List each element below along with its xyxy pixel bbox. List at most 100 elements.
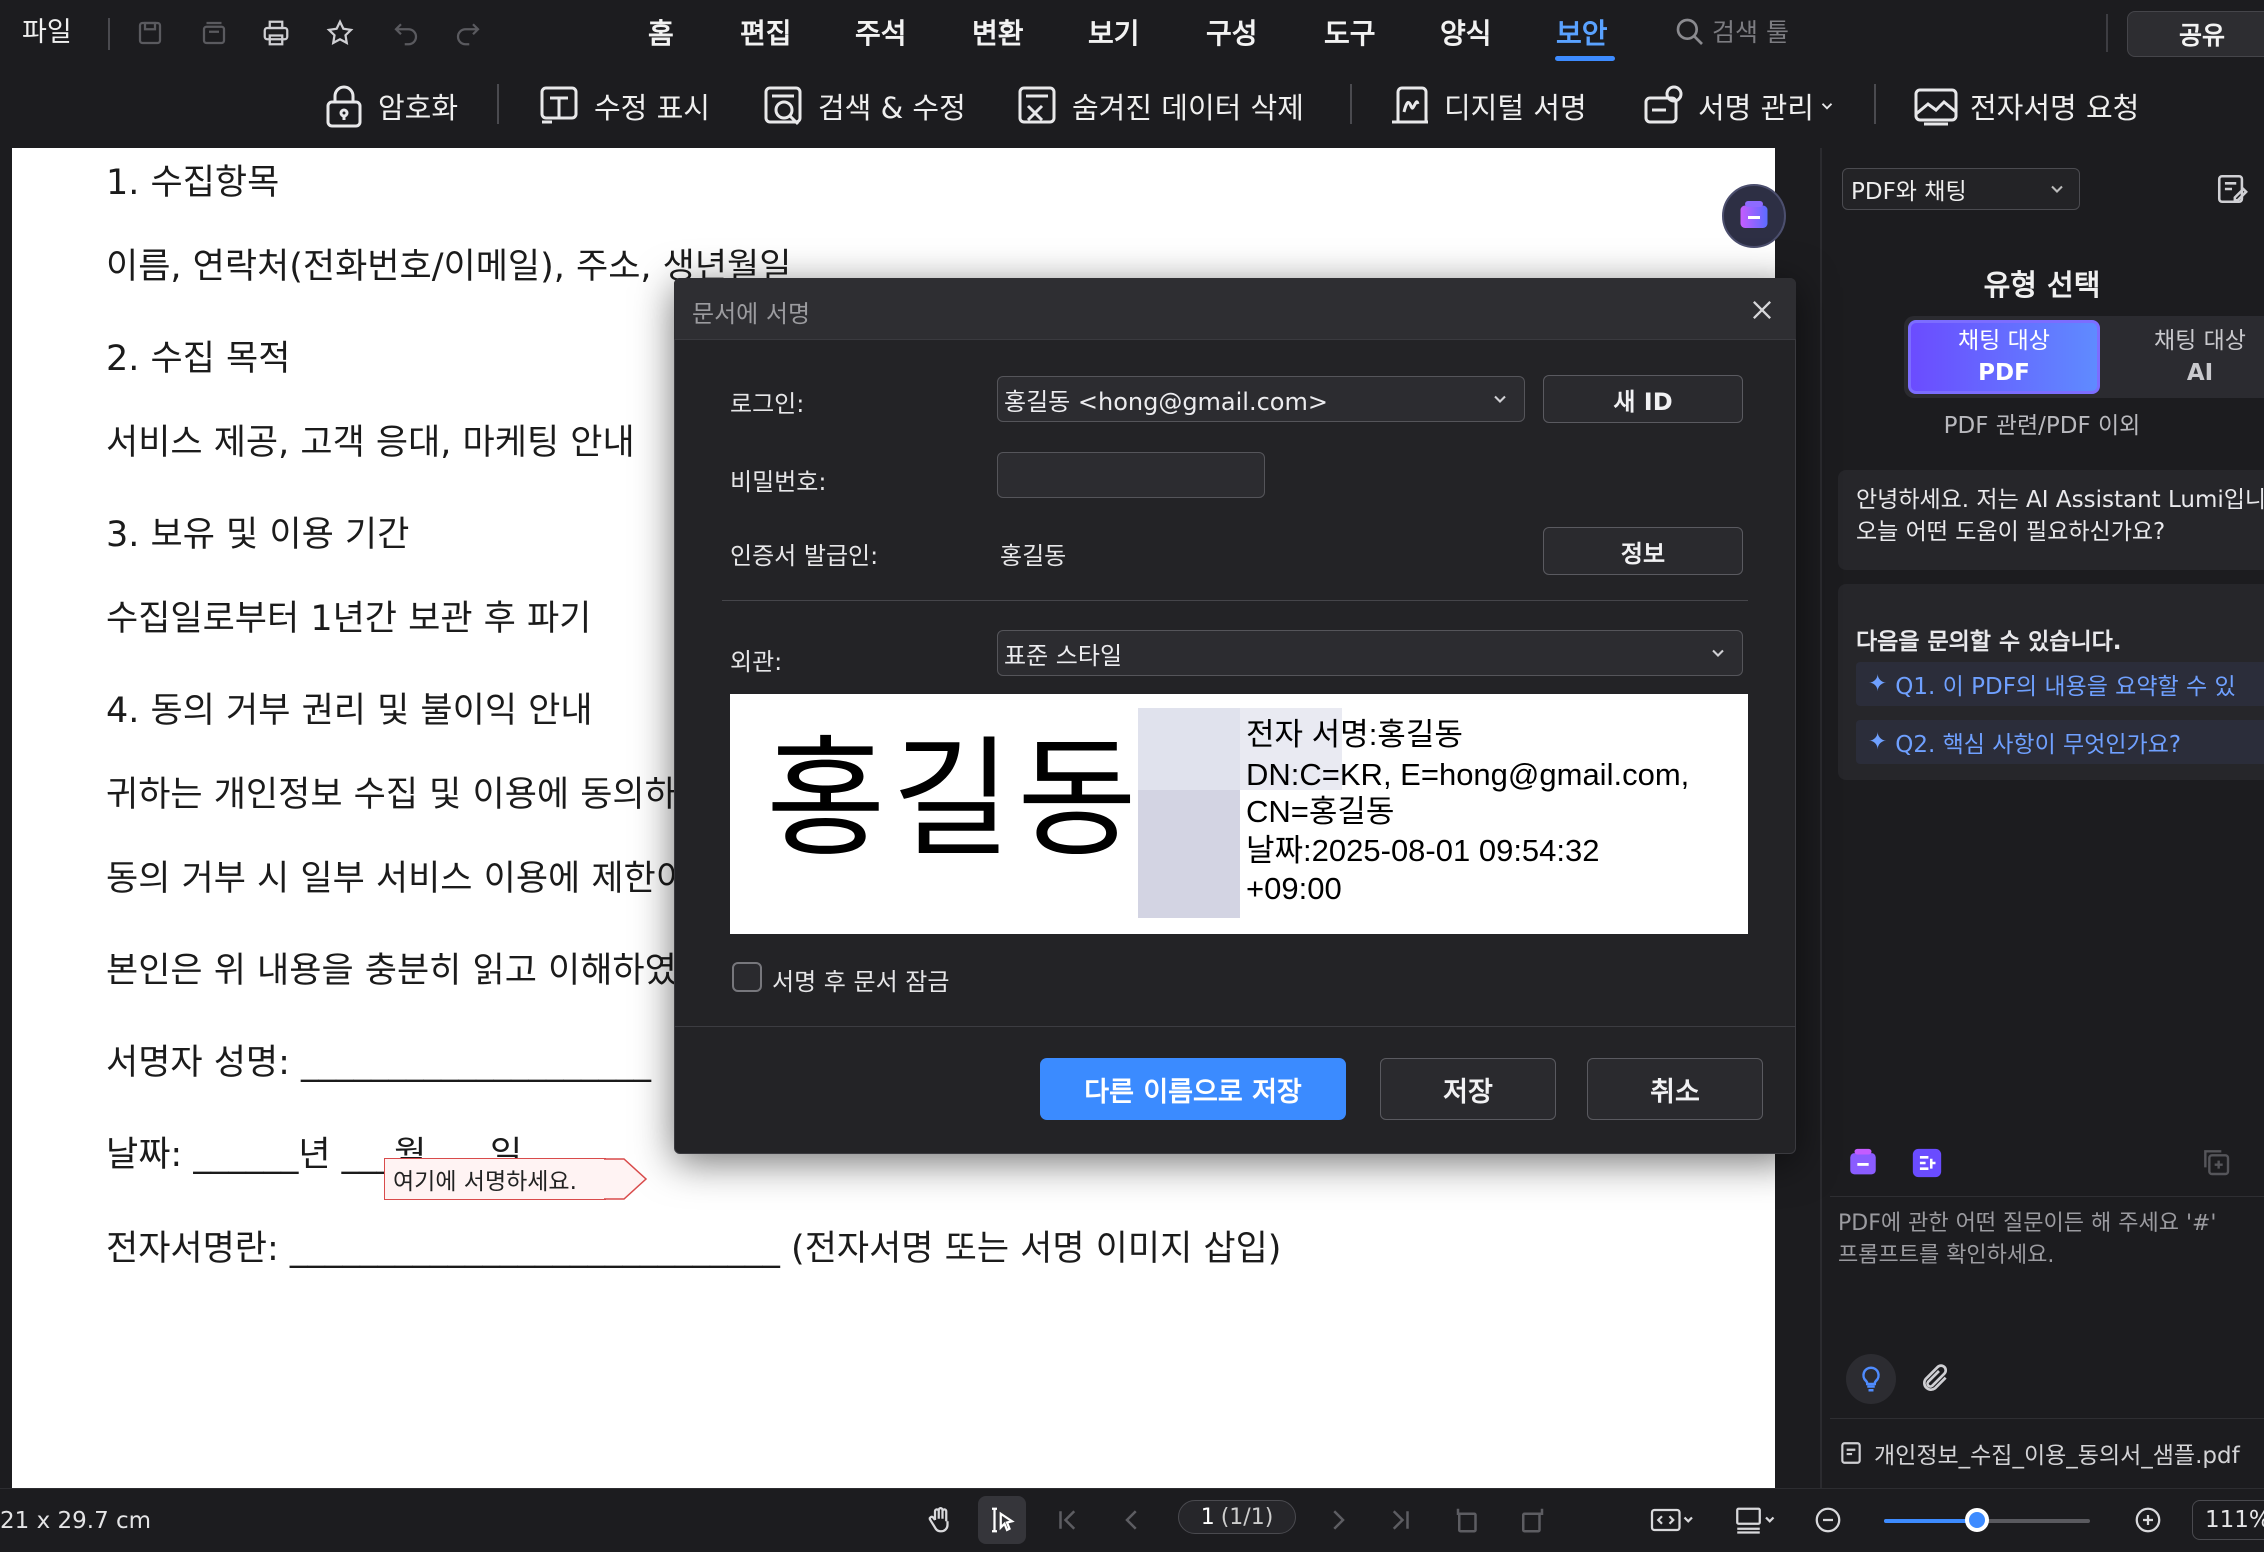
page-layout-icon[interactable]	[1730, 1502, 1782, 1538]
remove-hidden-data-button[interactable]: 숨겨진 데이터 삭제	[1014, 75, 1304, 137]
info-button[interactable]: 정보	[1543, 527, 1743, 575]
prev-page-icon[interactable]	[1114, 1502, 1150, 1538]
new-chat-icon[interactable]	[2215, 172, 2251, 208]
panel-divider	[1830, 1196, 2264, 1197]
cancel-button[interactable]: 취소	[1587, 1058, 1763, 1120]
share-button[interactable]: 공유	[2127, 11, 2264, 57]
tab-comment[interactable]: 주석	[855, 0, 907, 68]
password-input[interactable]	[997, 452, 1265, 498]
select-tool-icon[interactable]	[984, 1502, 1020, 1538]
hand-tool-icon[interactable]	[922, 1502, 958, 1538]
active-tab-indicator	[1555, 56, 1615, 61]
chat-with-ai-button[interactable]: 채팅 대상 AI	[2110, 320, 2264, 394]
sparkle-icon: ✦	[1868, 671, 1888, 697]
chat-input[interactable]: PDF에 관한 어떤 질문이든 해 주세요 '#' 프롬프트를 확인하세요.	[1838, 1208, 2264, 1272]
ribbon-separator	[1350, 84, 1352, 124]
prompt-idea-button[interactable]	[1846, 1354, 1896, 1404]
sign-here-tag[interactable]: 여기에 서명하세요.	[384, 1158, 648, 1200]
rotate-right-icon[interactable]	[1514, 1502, 1550, 1538]
doc-heading-refusal: 4. 동의 거부 권리 및 불이익 안내	[106, 691, 593, 731]
dialog-title: 문서에 서명	[692, 300, 811, 328]
login-select[interactable]: 홍길동 <hong@gmail.com>	[997, 376, 1525, 422]
tag-arrow-icon	[604, 1158, 648, 1200]
doc-text: 귀하는 개인정보 수집 및 이용에 동의하	[106, 775, 677, 815]
attach-button[interactable]	[1914, 1358, 1956, 1400]
chat-input-hint: PDF에 관한 어떤 질문이든 해 주세요 '#'	[1838, 1211, 2217, 1236]
esign-request-icon	[1914, 88, 1958, 126]
file-menu[interactable]: 파일	[22, 0, 72, 66]
page-number-input[interactable]: 1 (1/1)	[1178, 1500, 1296, 1534]
rotate-left-icon[interactable]	[1450, 1502, 1486, 1538]
appearance-select[interactable]: 표준 스타일	[997, 630, 1743, 676]
chat-with-pdf-button[interactable]: 채팅 대상 PDF	[1908, 320, 2100, 394]
total-pages: (1/1)	[1220, 1504, 1274, 1530]
lightbulb-icon	[1862, 1366, 1880, 1392]
tab-tools[interactable]: 도구	[1324, 0, 1376, 68]
star-icon[interactable]	[322, 15, 358, 51]
attached-file[interactable]: 개인정보_수집_이용_동의서_샘플.pdf	[1838, 1436, 2240, 1470]
tab-form[interactable]: 양식	[1440, 0, 1492, 68]
zoom-out-icon[interactable]	[1810, 1502, 1846, 1538]
tab-organize[interactable]: 구성	[1206, 0, 1258, 68]
esign-request-label: 전자서명 요청	[1970, 91, 2140, 125]
search-redact-button[interactable]: 검색 & 수정	[760, 75, 966, 137]
dialog-titlebar[interactable]	[674, 278, 1796, 340]
dialog-close-button[interactable]	[1748, 296, 1776, 324]
question-text: Q2. 핵심 사항이 무엇인가요?	[1895, 732, 2182, 758]
doc-text: 본인은 위 내용을 충분히 읽고 이해하였	[106, 951, 677, 991]
print-icon[interactable]	[258, 15, 294, 51]
save-as-icon[interactable]	[196, 15, 232, 51]
view-mode-icon[interactable]	[1646, 1502, 1698, 1538]
remove-hidden-data-label: 숨겨진 데이터 삭제	[1072, 91, 1304, 125]
tab-view[interactable]: 보기	[1088, 0, 1140, 68]
preview-detail-line: 날짜:2025-08-01 09:54:32	[1246, 833, 1600, 868]
tab-edit[interactable]: 편집	[740, 0, 792, 68]
digital-signature-button[interactable]: 디지털 서명	[1386, 75, 1587, 137]
paperclip-icon	[1923, 1364, 1948, 1391]
search-redact-icon	[764, 86, 802, 126]
copy-chat-icon[interactable]	[2200, 1146, 2234, 1180]
first-page-icon[interactable]	[1050, 1502, 1086, 1538]
tab-home[interactable]: 홈	[648, 0, 674, 68]
next-page-icon[interactable]	[1320, 1502, 1356, 1538]
zoom-level[interactable]: 111%	[2192, 1500, 2264, 1540]
suggested-question[interactable]: ✦ Q1. 이 PDF의 내용을 요약할 수 있	[1856, 662, 2264, 706]
save-button[interactable]: 저장	[1380, 1058, 1556, 1120]
type-select-heading: 유형 선택	[1983, 268, 2101, 302]
new-id-button[interactable]: 새 ID	[1543, 375, 1743, 423]
search-icon[interactable]	[1674, 16, 1708, 50]
tab-convert[interactable]: 변환	[972, 0, 1024, 68]
page-size: 21 x 29.7 cm	[0, 1508, 152, 1534]
search-tools[interactable]: 검색 툴	[1712, 0, 1789, 66]
mark-redaction-button[interactable]: 수정 표시	[536, 75, 710, 137]
save-icon[interactable]	[132, 15, 168, 51]
preview-detail-line: CN=홍길동	[1246, 794, 1395, 829]
undo-icon[interactable]	[388, 15, 424, 51]
zoom-slider-handle[interactable]	[1964, 1508, 1989, 1532]
redo-icon[interactable]	[450, 15, 486, 51]
manage-signature-button[interactable]: 서명 관리	[1640, 75, 1836, 137]
chevron-down-icon	[1494, 395, 1506, 403]
translate-tool-icon[interactable]	[1910, 1146, 1944, 1180]
ai-assistant-fab[interactable]	[1722, 184, 1786, 248]
chat-mode-value: PDF와 채팅	[1851, 179, 1967, 205]
menu-divider	[108, 18, 110, 50]
suggested-question[interactable]: ✦ Q2. 핵심 사항이 무엇인가요?	[1856, 720, 2264, 764]
signer-name-line: 서명자 성명: ____________________	[106, 1043, 652, 1083]
sparkle-icon: ✦	[1868, 729, 1888, 755]
save-as-button[interactable]: 다른 이름으로 저장	[1040, 1058, 1346, 1120]
esign-request-button[interactable]: 전자서명 요청	[1912, 75, 2139, 137]
redact-mark-icon	[540, 86, 578, 124]
digital-signature-label: 디지털 서명	[1444, 91, 1587, 125]
esign-line: 전자서명란: ____________________________ (전자서…	[106, 1229, 1282, 1269]
file-icon	[1841, 1442, 1861, 1464]
encrypt-button[interactable]: 암호화	[320, 75, 458, 137]
ai-tool-icon[interactable]	[1846, 1146, 1880, 1180]
last-page-icon[interactable]	[1382, 1502, 1418, 1538]
lock-after-sign-label[interactable]: 서명 후 문서 잠금	[772, 962, 949, 997]
appearance-label: 외관:	[730, 648, 783, 676]
manage-signature-label: 서명 관리	[1698, 91, 1814, 125]
chat-mode-select[interactable]: PDF와 채팅	[1842, 168, 2080, 210]
lock-after-sign-checkbox[interactable]	[732, 962, 762, 992]
zoom-in-icon[interactable]	[2130, 1502, 2166, 1538]
